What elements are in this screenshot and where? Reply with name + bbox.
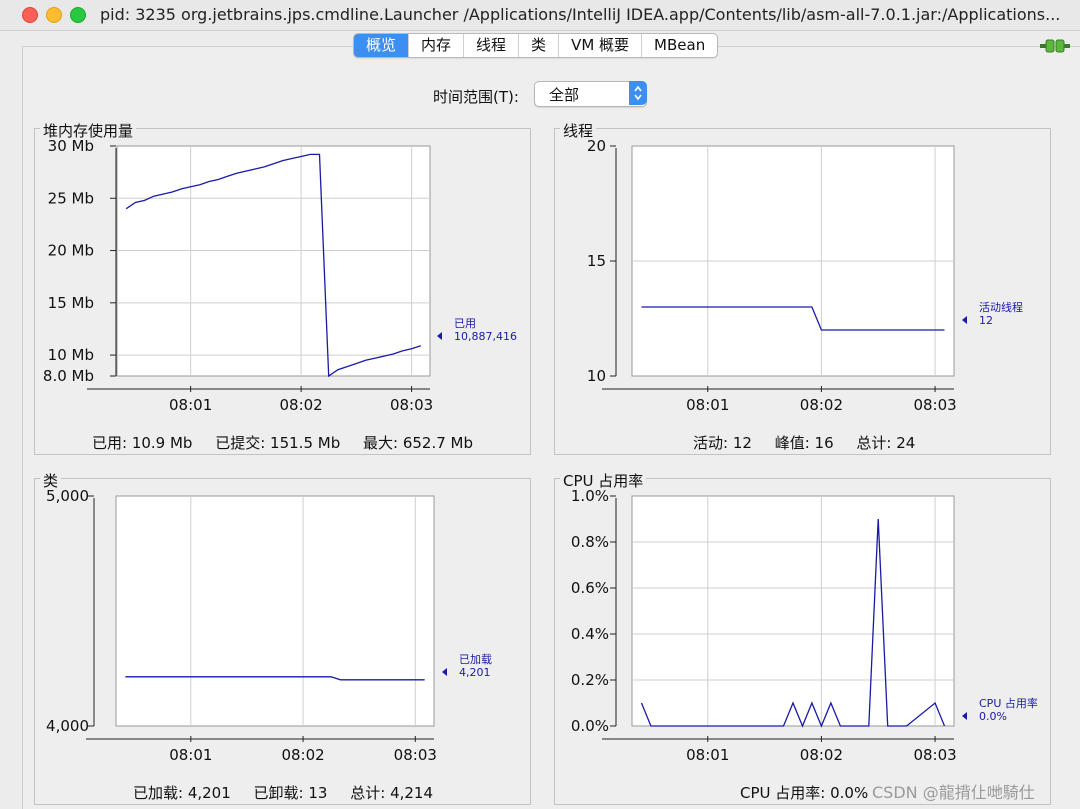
threads-total-text: 总计: 24: [856, 434, 916, 452]
time-range-select[interactable]: 全部: [534, 81, 647, 107]
threads-panel-title: 线程: [560, 120, 597, 141]
y-tick-label: 30 Mb: [48, 140, 94, 155]
select-arrows-icon: [629, 81, 647, 105]
y-tick-label: 20 Mb: [48, 242, 94, 260]
x-tick-label: 08:03: [913, 396, 956, 414]
title-bar: pid: 3235 org.jetbrains.jps.cmdline.Laun…: [0, 0, 1080, 31]
y-tick-label: 25 Mb: [48, 189, 94, 207]
threads-live-text: 活动: 12: [693, 434, 752, 452]
plot-area: [116, 145, 431, 377]
classes-panel-title: 类: [40, 470, 62, 491]
y-tick-label: 0.2%: [571, 671, 609, 689]
heap-chart: 08:01 08:02 08:03 30 Mb 25 Mb 20 Mb 15 Mb 10 Mb…: [43, 140, 517, 414]
plot-area: [631, 495, 955, 727]
threads-summary: 活动: 12 峰值: 16 总计: 24: [693, 432, 915, 453]
classes-unloaded-text: 已卸载: 13: [253, 784, 328, 802]
x-tick-label: 08:02: [800, 746, 843, 764]
y-tick-label: 10 Mb: [48, 346, 94, 364]
legend-name: CPU 占用率: [979, 696, 1038, 710]
cpu-usage-text: CPU 占用率: 0.0%: [740, 784, 869, 802]
legend-value: 12: [979, 314, 993, 327]
minimize-window-button[interactable]: [46, 7, 62, 23]
y-tick-label: 0.4%: [571, 625, 609, 643]
heap-panel-title: 堆内存使用量: [40, 120, 137, 141]
x-tick-label: 08:01: [169, 746, 212, 764]
legend-marker-icon: [437, 332, 442, 340]
x-tick-label: 08:02: [800, 396, 843, 414]
threads-peak-text: 峰值: 16: [774, 434, 834, 452]
cpu-summary: CPU 占用率: 0.0%: [740, 782, 868, 803]
heap-committed-text: 已提交: 151.5 Mb: [215, 434, 341, 452]
y-tick-label: 0.0%: [571, 717, 609, 735]
y-tick-label: 8.0 Mb: [43, 367, 94, 385]
connection-plug-icon[interactable]: [1040, 37, 1070, 55]
csdn-watermark: CSDN @龍揹仩哋騎仕: [872, 783, 1035, 802]
zoom-window-button[interactable]: [70, 7, 86, 23]
y-tick-label: 0.6%: [571, 579, 609, 597]
threads-chart: 08:01 08:02 08:03 20 15 10 活动线程12: [587, 140, 1023, 414]
y-tick-label: 5,000: [46, 490, 89, 505]
tab-bar: 概览 内存 线程 类 VM 概要 MBean: [353, 33, 719, 58]
x-tick-label: 08:02: [281, 746, 324, 764]
tab-mbean[interactable]: MBean: [642, 34, 717, 57]
tab-overview[interactable]: 概览: [354, 34, 410, 57]
legend-name: 已加载: [459, 653, 492, 666]
window-title: pid: 3235 org.jetbrains.jps.cmdline.Laun…: [100, 5, 1060, 24]
plot-area: [115, 495, 435, 727]
cpu-panel-title: CPU 占用率: [560, 470, 647, 491]
heap-used-text: 已用: 10.9 Mb: [92, 434, 193, 452]
legend-name: 活动线程: [979, 300, 1023, 314]
heap-summary: 已用: 10.9 Mb 已提交: 151.5 Mb 最大: 652.7 Mb: [92, 432, 473, 453]
y-tick-label: 0.8%: [571, 533, 609, 551]
tab-memory[interactable]: 内存: [409, 34, 465, 57]
x-tick-label: 08:03: [394, 746, 437, 764]
x-tick-label: 08:02: [280, 396, 323, 414]
classes-loaded-text: 已加载: 4,201: [133, 784, 231, 802]
classes-total-text: 总计: 4,214: [350, 784, 434, 802]
tab-threads[interactable]: 线程: [464, 34, 520, 57]
y-tick-label: 10: [587, 367, 606, 385]
x-tick-label: 08:03: [390, 396, 433, 414]
legend-marker-icon: [962, 316, 967, 324]
time-range-label: 时间范围(T):: [433, 88, 519, 106]
cpu-chart: 08:01 08:02 08:031.0%0.8%0.6%0.4%0.2%0.0%C…: [571, 490, 1038, 764]
classes-chart: 08:01 08:02 08:03 5,000 4,000 已加载4,201: [46, 490, 492, 764]
tab-vm-summary[interactable]: VM 概要: [559, 34, 643, 57]
y-tick-label: 15: [587, 252, 606, 270]
legend-value: 4,201: [459, 666, 491, 679]
classes-summary: 已加载: 4,201 已卸载: 13 总计: 4,214: [133, 782, 433, 803]
y-tick-label: 20: [587, 140, 606, 155]
x-tick-label: 08:01: [686, 746, 729, 764]
legend-value: 0.0%: [979, 710, 1007, 723]
legend-value: 10,887,416: [454, 330, 517, 343]
close-window-button[interactable]: [22, 7, 38, 23]
legend-name: 已用: [454, 317, 476, 330]
x-tick-label: 08:01: [686, 396, 729, 414]
heap-max-text: 最大: 652.7 Mb: [363, 434, 474, 452]
y-tick-label: 4,000: [46, 717, 89, 735]
legend-marker-icon: [962, 712, 967, 720]
tab-classes[interactable]: 类: [519, 34, 560, 57]
x-tick-label: 08:03: [913, 746, 956, 764]
y-tick-label: 1.0%: [571, 490, 609, 505]
x-tick-label: 08:01: [169, 396, 212, 414]
time-range-value: 全部: [549, 86, 580, 104]
y-tick-label: 15 Mb: [48, 294, 94, 312]
legend-marker-icon: [442, 668, 447, 676]
